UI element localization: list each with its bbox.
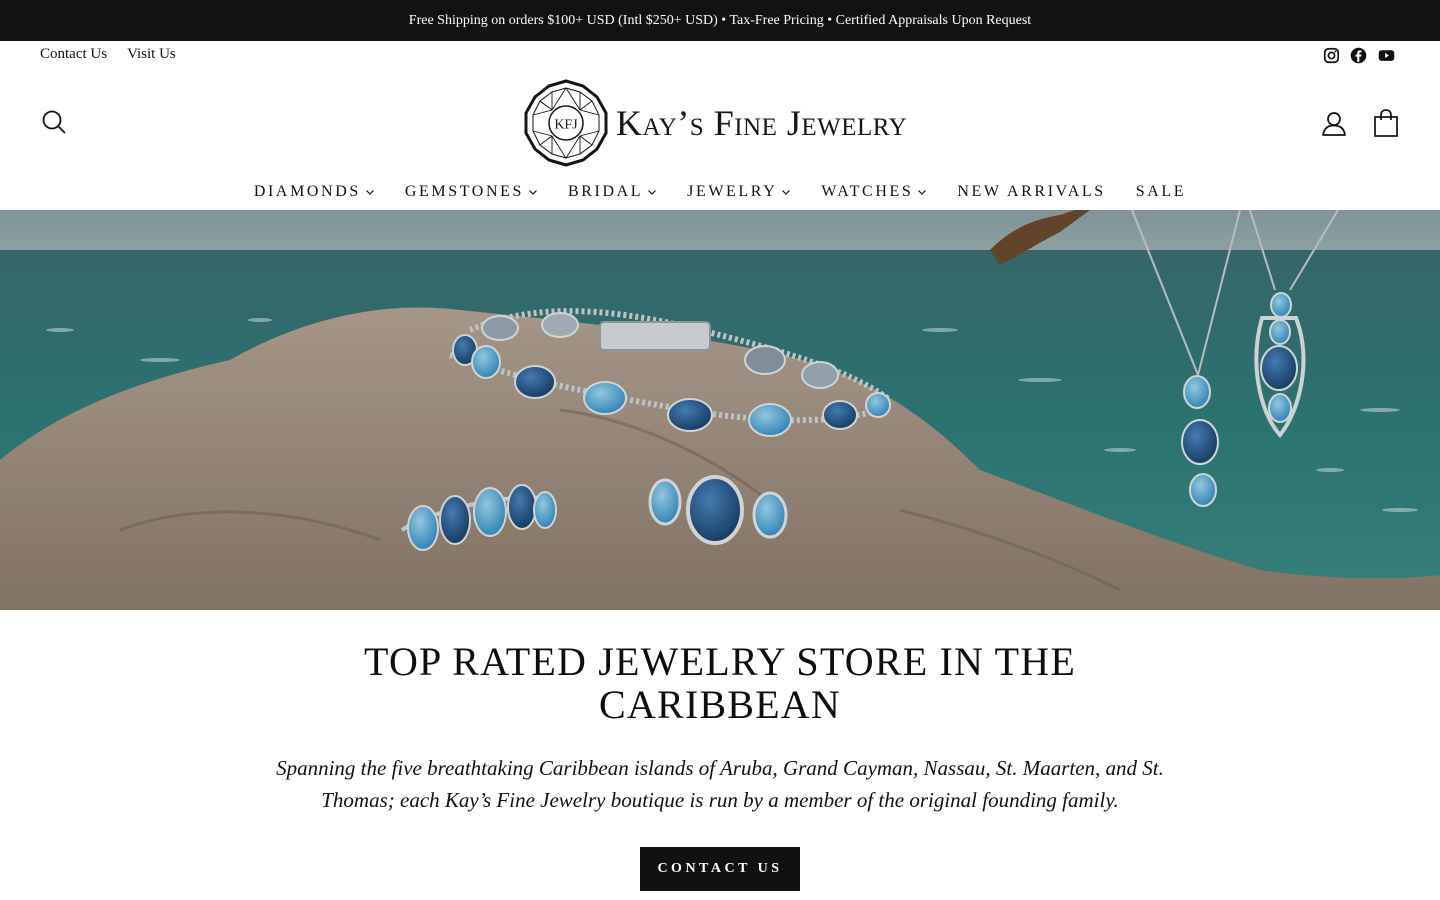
nav-bridal[interactable]: BRIDAL [553, 183, 672, 201]
chevron-down-icon [918, 190, 927, 195]
intro-body: Spanning the five breathtaking Caribbean… [276, 756, 1164, 812]
facebook-icon[interactable] [1350, 47, 1367, 64]
chevron-down-icon [648, 190, 657, 195]
nav-new-arrivals-label: NEW ARRIVALS [957, 183, 1106, 200]
instagram-icon[interactable] [1323, 47, 1340, 64]
contact-us-link[interactable]: Contact Us [40, 46, 107, 66]
nav-sale[interactable]: SALE [1121, 183, 1201, 201]
search-icon[interactable] [40, 108, 68, 136]
social-links [1323, 47, 1396, 64]
nav-gemstones[interactable]: GEMSTONES [390, 183, 553, 201]
youtube-icon[interactable] [1377, 47, 1396, 64]
announcement-text: Free Shipping on orders $100+ USD (Intl … [408, 12, 1032, 28]
nav-jewelry-label: JEWELRY [687, 183, 778, 200]
hero-banner[interactable] [0, 210, 1440, 610]
site-logo[interactable]: KFJ Kay’s Fine Jewelry [522, 78, 922, 168]
logo-emblem-icon: KFJ [524, 79, 608, 167]
visit-us-link[interactable]: Visit Us [127, 46, 176, 66]
chevron-down-icon [782, 190, 791, 195]
logo-text: Kay’s Fine Jewelry [616, 103, 908, 143]
announcement-bar: Free Shipping on orders $100+ USD (Intl … [0, 0, 1440, 41]
chevron-down-icon [365, 190, 374, 195]
intro-section: TOP RATED JEWELRY STORE IN THE CARIBBEAN… [0, 640, 1440, 816]
account-icon[interactable] [1320, 110, 1348, 138]
nav-jewelry[interactable]: JEWELRY [672, 183, 806, 201]
intro-heading: TOP RATED JEWELRY STORE IN THE CARIBBEAN [364, 639, 1076, 727]
nav-new-arrivals[interactable]: NEW ARRIVALS [942, 183, 1120, 201]
nav-watches[interactable]: WATCHES [806, 183, 942, 201]
nav-gemstones-label: GEMSTONES [404, 183, 524, 200]
chevron-down-icon [529, 190, 537, 195]
cart-icon[interactable] [1372, 108, 1400, 138]
nav-sale-label: SALE [1135, 183, 1187, 200]
hero-image [0, 210, 1440, 610]
contact-us-button[interactable]: CONTACT US [640, 847, 800, 891]
nav-diamonds[interactable]: DIAMONDS [239, 183, 390, 201]
logo-monogram: KFJ [554, 118, 578, 133]
nav-watches-label: WATCHES [821, 183, 914, 200]
nav-diamonds-label: DIAMONDS [253, 183, 361, 200]
main-navigation: DIAMONDS GEMSTONES BRIDAL JEWELRY WATCHE… [0, 176, 1440, 208]
nav-bridal-label: BRIDAL [568, 183, 644, 200]
utility-links: Contact Us Visit Us [40, 46, 176, 66]
